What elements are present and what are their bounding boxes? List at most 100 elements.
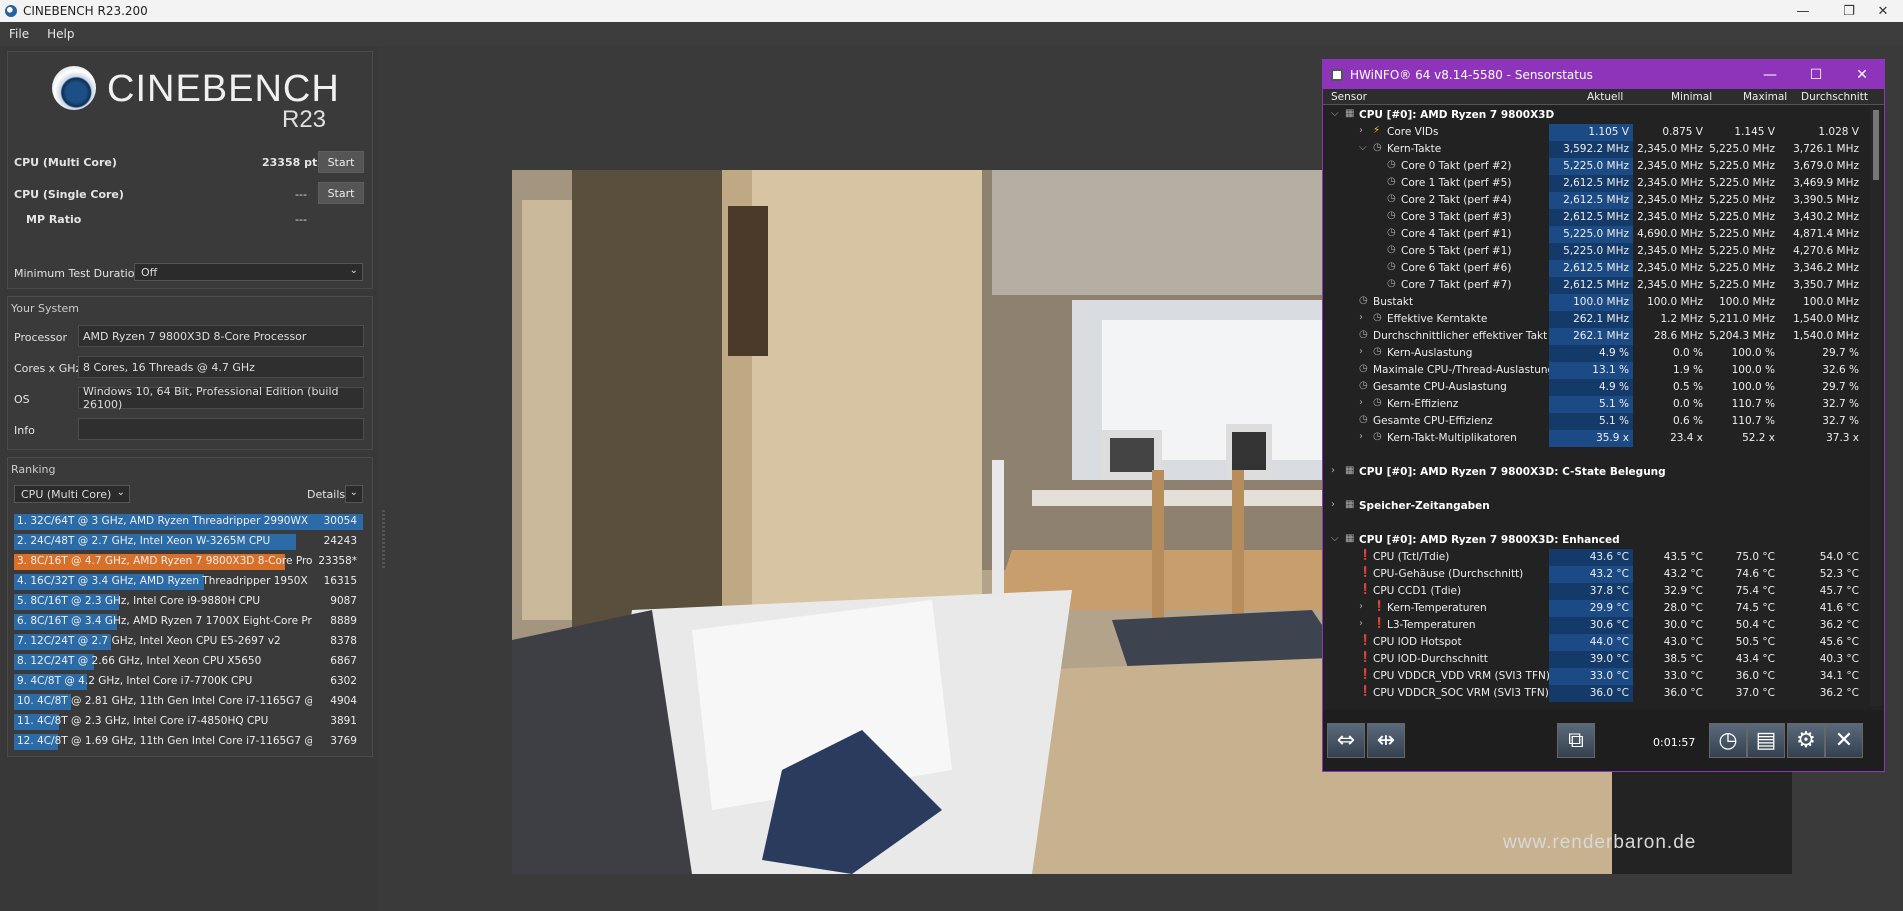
- sensor-group[interactable]: › ▦ CPU [#0]: AMD Ryzen 7 9800X3D: C-State…: [1323, 464, 1868, 481]
- sensor-row[interactable]: ◷ Core 5 Takt (perf #1) 5,225.0 MHz 2,345.0…: [1323, 243, 1868, 260]
- expand-chevron-icon[interactable]: ›: [1359, 618, 1363, 629]
- close-icon[interactable]: ✕: [1860, 0, 1903, 22]
- ranking-row[interactable]: 11. 4C/8T @ 2.3 GHz, Intel Core i7-4850H…: [14, 714, 363, 730]
- expand-chevron-icon[interactable]: ›: [1331, 499, 1335, 510]
- collapse-icon[interactable]: ⇹: [1367, 723, 1405, 758]
- col-max[interactable]: Maximal: [1743, 91, 1787, 103]
- ranking-row[interactable]: 2. 24C/48T @ 2.7 GHz, Intel Xeon W-3265M…: [14, 534, 363, 550]
- min-duration-select[interactable]: Off ⌄: [134, 263, 363, 281]
- sensor-group[interactable]: ⌵ ▦ CPU [#0]: AMD Ryzen 7 9800X3D: Enhance…: [1323, 532, 1868, 549]
- expand-chevron-icon[interactable]: ›: [1359, 601, 1363, 612]
- sensor-row[interactable]: ◷ Core 1 Takt (perf #5) 2,612.5 MHz 2,345.0…: [1323, 175, 1868, 192]
- sensor-row[interactable]: ◷ Core 6 Takt (perf #6) 2,612.5 MHz 2,345.0…: [1323, 260, 1868, 277]
- sensor-row[interactable]: ⌵ ◷ Kern-Takte 3,592.2 MHz 2,345.0 MHz 5,225.…: [1323, 141, 1868, 158]
- sensor-row[interactable]: ◷ Gesamte CPU-Effizienz 5.1 % 0.6 % 110.7 % 3…: [1323, 413, 1868, 430]
- col-min[interactable]: Minimal: [1671, 91, 1712, 103]
- gear-icon[interactable]: ⚙: [1787, 723, 1825, 758]
- ranking-row[interactable]: 6. 8C/16T @ 3.4 GHz, AMD Ryzen 7 1700X E…: [14, 614, 363, 630]
- sensor-row[interactable]: ◷ Core 2 Takt (perf #4) 2,612.5 MHz 2,345.0…: [1323, 192, 1868, 209]
- maximize-icon[interactable]: ☐: [1793, 60, 1839, 89]
- hwinfo-scrollbar[interactable]: [1870, 106, 1882, 706]
- clock-icon: ◷: [1387, 261, 1396, 272]
- sensor-group[interactable]: › ▦ Speicher-Zeitangaben: [1323, 498, 1868, 515]
- sensor-row[interactable]: › ❗ L3-Temperaturen 30.6 °C 30.0 °C 50.4 °C 36…: [1323, 617, 1868, 634]
- collapse-chevron-icon[interactable]: ⌵: [1331, 533, 1339, 544]
- ranking-row[interactable]: 4. 16C/32T @ 3.4 GHz, AMD Ryzen Threadri…: [14, 574, 363, 590]
- value-min: 33.0 °C: [1663, 670, 1703, 682]
- ranking-row[interactable]: 1. 32C/64T @ 3 GHz, AMD Ryzen Threadripp…: [14, 514, 363, 530]
- single-core-start-button[interactable]: Start: [318, 182, 364, 204]
- menu-help[interactable]: Help: [47, 27, 74, 41]
- sensor-row[interactable]: ❗ CPU VDDCR_VDD VRM (SVI3 TFN) 33.0 °C 33.0…: [1323, 668, 1868, 685]
- sensor-row[interactable]: ❗ CPU IOD-Durchschnitt 39.0 °C 38.5 °C 43.4 …: [1323, 651, 1868, 668]
- value-avg: 32.7 %: [1822, 398, 1859, 410]
- sensor-row[interactable]: ❗ CPU (Tctl/Tdie) 43.6 °C 43.5 °C 75.0 °C 54.…: [1323, 549, 1868, 566]
- sensor-row[interactable]: › ◷ Kern-Effizienz 5.1 % 0.0 % 110.7 % 32.7 %: [1323, 396, 1868, 413]
- value-min: 0.5 %: [1672, 381, 1703, 393]
- ranking-row[interactable]: 8. 12C/24T @ 2.66 GHz, Intel Xeon CPU X5…: [14, 654, 363, 670]
- ranking-score: 4904: [330, 695, 357, 707]
- info-field[interactable]: [78, 418, 364, 440]
- temperature-icon: ❗: [1373, 601, 1386, 612]
- ranking-row[interactable]: 5. 8C/16T @ 2.3 GHz, Intel Core i9-9880H…: [14, 594, 363, 610]
- expand-chevron-icon[interactable]: ›: [1359, 125, 1363, 136]
- ranking-row[interactable]: 12. 4C/8T @ 1.69 GHz, 11th Gen Intel Cor…: [14, 734, 363, 750]
- clock-icon[interactable]: ◷: [1709, 723, 1747, 758]
- close-icon[interactable]: ✕: [1825, 723, 1863, 758]
- details-toggle[interactable]: ⌄: [345, 485, 363, 503]
- sensor-row[interactable]: › ⚡ Core VIDs 1.105 V 0.875 V 1.145 V 1.028 V: [1323, 124, 1868, 141]
- sensor-name: Core VIDs: [1387, 126, 1439, 138]
- expand-chevron-icon[interactable]: ›: [1331, 465, 1335, 476]
- sensor-row[interactable]: › ◷ Effektive Kerntakte 262.1 MHz 1.2 MHz 5,2…: [1323, 311, 1868, 328]
- ranking-row[interactable]: 9. 4C/8T @ 4.2 GHz, Intel Core i7-7700K …: [14, 674, 363, 690]
- sensor-row[interactable]: ❗ CPU-Gehäuse (Durchschnitt) 43.2 °C 43.2 °…: [1323, 566, 1868, 583]
- sensor-name: CPU [#0]: AMD Ryzen 7 9800X3D: [1359, 109, 1555, 121]
- sensor-row[interactable]: ◷ Core 3 Takt (perf #3) 2,612.5 MHz 2,345.0…: [1323, 209, 1868, 226]
- cores-label: Cores x GHz: [14, 362, 82, 375]
- expand-chevron-icon[interactable]: ›: [1359, 431, 1363, 442]
- menu-file[interactable]: File: [9, 27, 29, 41]
- value-cur: 5.1 %: [1598, 398, 1629, 410]
- sensor-row[interactable]: › ◷ Kern-Auslastung 4.9 % 0.0 % 100.0 % 29.7 %: [1323, 345, 1868, 362]
- col-sensor[interactable]: Sensor: [1331, 91, 1367, 103]
- expand-icon[interactable]: ⇔: [1327, 723, 1365, 758]
- sensor-row[interactable]: ❗ CPU VDDCR_SOC VRM (SVI3 TFN) 36.0 °C 36.0…: [1323, 685, 1868, 702]
- sensor-row[interactable]: ◷ Durchschnittlicher effektiver Takt 262.1…: [1323, 328, 1868, 345]
- value-avg: 3,726.1 MHz: [1793, 143, 1859, 155]
- collapse-chevron-icon[interactable]: ⌵: [1359, 142, 1367, 153]
- expand-chevron-icon[interactable]: ›: [1359, 346, 1363, 357]
- splitter-handle[interactable]: [382, 510, 385, 570]
- sensor-row[interactable]: ◷ Core 0 Takt (perf #2) 5,225.0 MHz 2,345.0…: [1323, 158, 1868, 175]
- sensor-row[interactable]: ❗ CPU IOD Hotspot 44.0 °C 43.0 °C 50.5 °C 45.…: [1323, 634, 1868, 651]
- value-avg: 29.7 %: [1822, 381, 1859, 393]
- sensor-group[interactable]: ⌵ ▦ CPU [#0]: AMD Ryzen 7 9800X3D: [1323, 107, 1868, 124]
- ranking-row[interactable]: 7. 12C/24T @ 2.7 GHz, Intel Xeon CPU E5-…: [14, 634, 363, 650]
- report-icon[interactable]: ▤: [1747, 723, 1785, 758]
- ranking-row[interactable]: 3. 8C/16T @ 4.7 GHz, AMD Ryzen 7 9800X3D…: [14, 554, 363, 570]
- sensor-row[interactable]: ◷ Gesamte CPU-Auslastung 4.9 % 0.5 % 100.0 %…: [1323, 379, 1868, 396]
- sensor-row[interactable]: ◷ Bustakt 100.0 MHz 100.0 MHz 100.0 MHz 100.0…: [1323, 294, 1868, 311]
- sensor-row[interactable]: ◷ Maximale CPU-/Thread-Auslastung 13.1 % 1.…: [1323, 362, 1868, 379]
- sensor-row[interactable]: › ◷ Kern-Takt-Multiplikatoren 35.9 x 23.4 x 5…: [1323, 430, 1868, 447]
- sensor-row[interactable]: ❗ CPU CCD1 (Tdie) 37.8 °C 32.9 °C 75.4 °C 45.…: [1323, 583, 1868, 600]
- expand-chevron-icon[interactable]: ›: [1359, 312, 1363, 323]
- network-icon[interactable]: ⧉: [1557, 723, 1595, 758]
- minimize-icon[interactable]: —: [1747, 60, 1793, 89]
- ranking-score: 23358*: [318, 555, 357, 567]
- minimize-icon[interactable]: —: [1780, 0, 1826, 22]
- col-current[interactable]: Aktuell: [1587, 91, 1623, 103]
- expand-chevron-icon[interactable]: ›: [1359, 397, 1363, 408]
- multi-core-start-button[interactable]: Start: [318, 151, 364, 173]
- clock-icon: ◷: [1387, 227, 1396, 238]
- ranking-row[interactable]: 10. 4C/8T @ 2.81 GHz, 11th Gen Intel Cor…: [14, 694, 363, 710]
- col-avg[interactable]: Durchschnitt: [1801, 91, 1868, 103]
- sensor-row[interactable]: ◷ Core 7 Takt (perf #7) 2,612.5 MHz 2,345.0…: [1323, 277, 1868, 294]
- scrollbar-thumb[interactable]: [1873, 110, 1879, 180]
- collapse-chevron-icon[interactable]: ⌵: [1331, 108, 1339, 119]
- details-label[interactable]: Details: [307, 488, 345, 501]
- value-cur: 36.0 °C: [1589, 687, 1629, 699]
- ranking-select[interactable]: CPU (Multi Core) ⌄: [14, 485, 130, 503]
- sensor-row[interactable]: ◷ Core 4 Takt (perf #1) 5,225.0 MHz 4,690.0…: [1323, 226, 1868, 243]
- close-icon[interactable]: ✕: [1839, 60, 1885, 89]
- sensor-row[interactable]: › ❗ Kern-Temperaturen 29.9 °C 28.0 °C 74.5 °C…: [1323, 600, 1868, 617]
